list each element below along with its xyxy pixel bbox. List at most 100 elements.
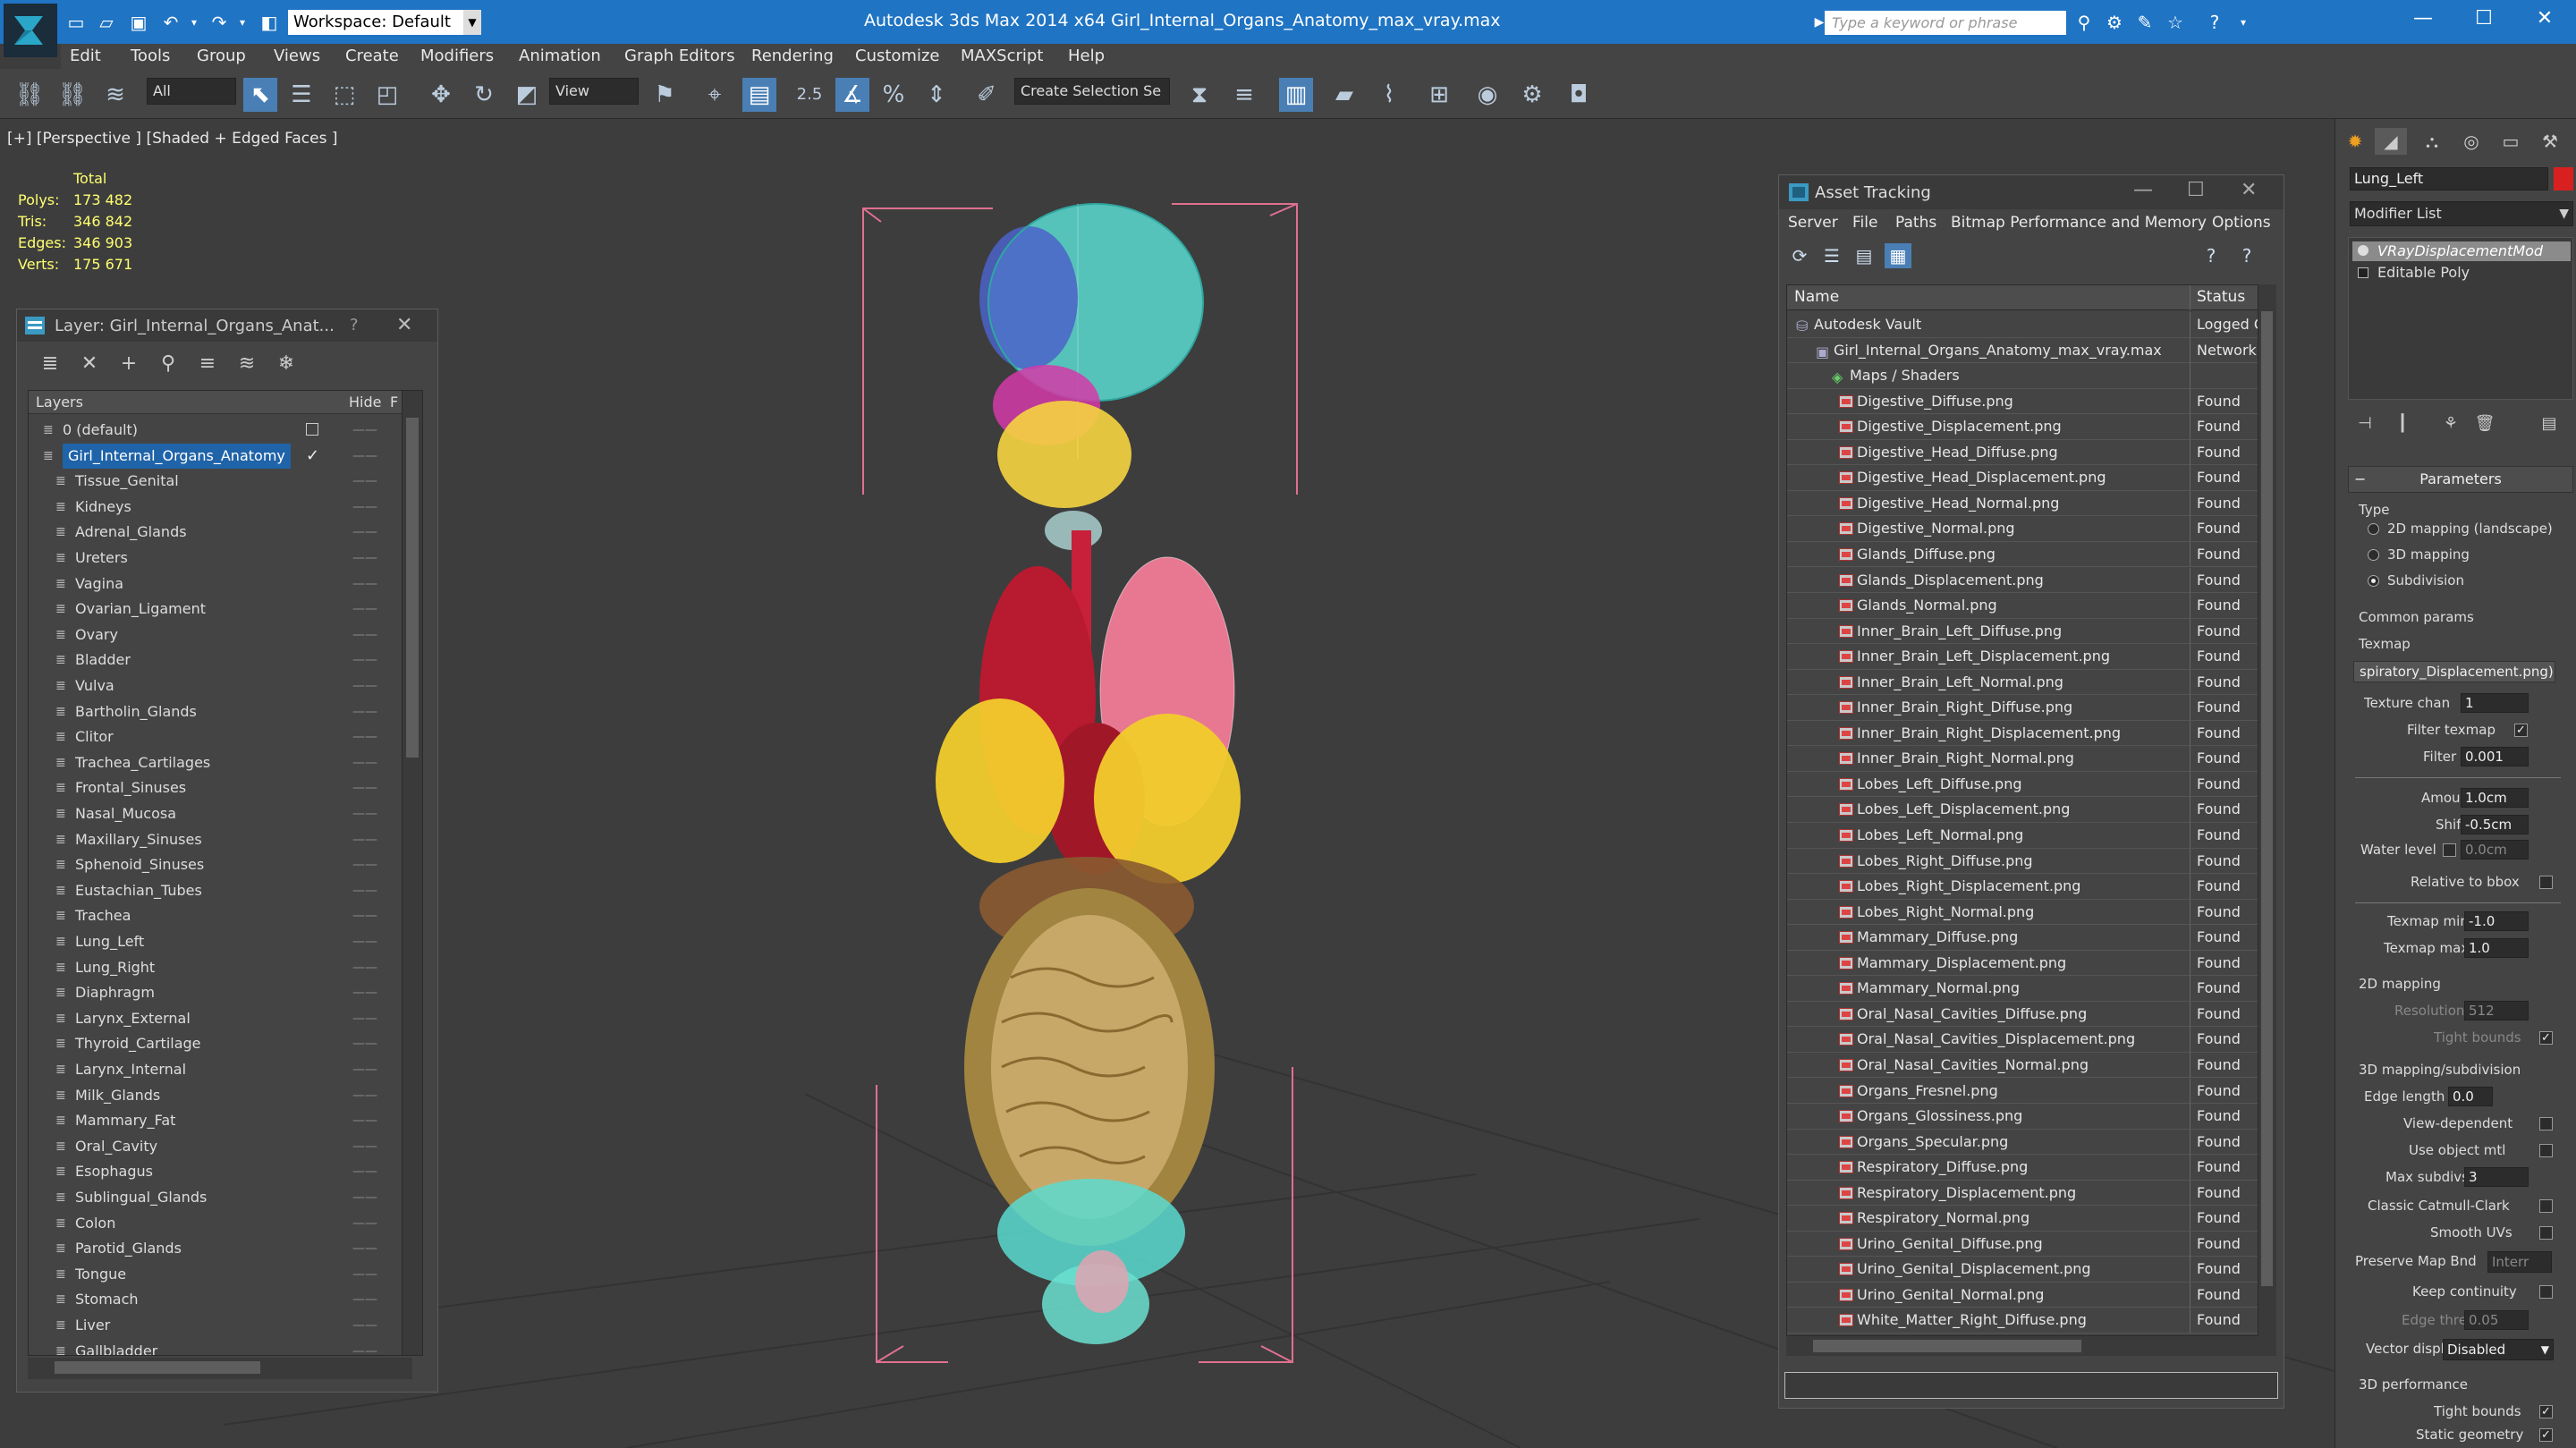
close-icon[interactable]: ✕ — [2241, 179, 2257, 201]
refresh-icon[interactable]: ⟳ — [1786, 243, 1813, 268]
configure-sets-icon[interactable]: ▤ — [2536, 411, 2563, 437]
hide-toggle[interactable]: —— — [352, 1006, 377, 1031]
app-logo-icon[interactable] — [4, 4, 57, 57]
search-input[interactable]: Type a keyword or phrase — [1825, 11, 2066, 35]
select-manipulate-icon[interactable]: ⌖ — [698, 78, 732, 112]
water-level-spinner[interactable]: 0.0cm — [2461, 840, 2529, 859]
static-geometry-checkbox[interactable]: ✓ — [2539, 1428, 2553, 1442]
scrollbar-thumb[interactable] — [55, 1361, 260, 1374]
column-freeze[interactable]: F — [390, 391, 398, 414]
asset-row[interactable]: Urino_Genital_Normal.png Found — [1787, 1282, 2258, 1308]
close-button[interactable]: ✕ — [2515, 0, 2574, 38]
menu-animation[interactable]: Animation — [519, 47, 601, 65]
subscription-icon[interactable]: ⚙ — [2102, 11, 2127, 34]
asset-row[interactable]: Urino_Genital_Displacement.png Found — [1787, 1257, 2258, 1283]
asset-row[interactable]: Digestive_Displacement.png Found — [1787, 414, 2258, 440]
pin-stack-icon[interactable]: ⊣ — [2351, 411, 2378, 437]
radio-subdivision[interactable] — [2368, 575, 2379, 587]
link-icon[interactable]: ⛓ — [13, 78, 47, 112]
utilities-tab-icon[interactable]: ⚒ — [2534, 128, 2566, 155]
select-by-name-icon[interactable]: ☰ — [284, 78, 318, 112]
asset-row[interactable]: Digestive_Head_Displacement.png Found — [1787, 465, 2258, 491]
menu-bitmap-performance[interactable]: Bitmap Performance and Memory — [1951, 214, 2207, 232]
hide-toggle[interactable]: —— — [352, 1211, 377, 1236]
hide-toggle[interactable]: —— — [352, 1339, 377, 1355]
layer-row[interactable]: ≣ Thyroid_Cartilage —— — [29, 1031, 395, 1056]
hide-toggle[interactable]: —— — [352, 724, 377, 749]
menu-customize[interactable]: Customize — [855, 47, 939, 65]
layer-row[interactable]: ≣ Tongue —— — [29, 1262, 395, 1287]
layer-row[interactable]: ≣ Stomach —— — [29, 1287, 395, 1312]
max-subdivs-spinner[interactable]: 3 — [2464, 1167, 2529, 1187]
layer-row[interactable]: ≣ Ovary —— — [29, 622, 395, 648]
scrollbar-thumb[interactable] — [2261, 311, 2273, 1286]
table-view-icon[interactable]: ▤ — [1851, 243, 1877, 268]
asset-path-field[interactable] — [1784, 1372, 2278, 1399]
asset-row[interactable]: Inner_Brain_Left_Displacement.png Found — [1787, 644, 2258, 670]
shift-spinner[interactable]: -0.5cm — [2461, 815, 2529, 834]
asset-row[interactable]: Oral_Nasal_Cavities_Diffuse.png Found — [1787, 1001, 2258, 1028]
layer-row[interactable]: ≣ Lung_Left —— — [29, 929, 395, 954]
filter-blur-spinner[interactable]: 0.001 — [2461, 747, 2529, 766]
select-layer-objects-icon[interactable]: ⚲ — [153, 351, 183, 377]
layer-row[interactable]: ≣ Sublingual_Glands —— — [29, 1185, 395, 1210]
new-layer-icon[interactable]: ≣ — [35, 351, 65, 377]
asset-row[interactable]: Urino_Genital_Diffuse.png Found — [1787, 1231, 2258, 1257]
highlight-layer-icon[interactable]: ≡ — [192, 351, 223, 377]
asset-row[interactable]: Mammary_Displacement.png Found — [1787, 950, 2258, 977]
modifier-list-dropdown[interactable]: Modifier List ▼ — [2350, 201, 2573, 226]
render-setup-icon[interactable]: ⚙ — [1515, 78, 1549, 112]
hide-toggle[interactable]: —— — [352, 622, 377, 648]
radio-2d-mapping[interactable] — [2368, 523, 2379, 535]
layer-row[interactable]: ≣ Nasal_Mucosa —— — [29, 801, 395, 826]
asset-row[interactable]: Oral_Nasal_Cavities_Displacement.png Foun… — [1787, 1027, 2258, 1053]
make-unique-icon[interactable]: ⚘ — [2437, 411, 2464, 437]
texture-chan-spinner[interactable]: 1 — [2461, 693, 2529, 713]
object-name-field[interactable]: Lung_Left — [2350, 167, 2548, 191]
asset-row[interactable]: Inner_Brain_Right_Displacement.png Found — [1787, 720, 2258, 747]
menu-file[interactable]: File — [1852, 214, 1877, 232]
asset-row[interactable]: Inner_Brain_Right_Normal.png Found — [1787, 746, 2258, 772]
modify-tab-icon[interactable]: ◢ — [2375, 128, 2407, 155]
new-file-icon[interactable]: ▭ — [64, 11, 88, 34]
menu-options[interactable]: Options — [2212, 214, 2271, 232]
show-end-result-icon[interactable]: ┃ — [2389, 411, 2416, 437]
layer-row[interactable]: ≣ Clitor —— — [29, 724, 395, 749]
stack-item-vraydisplacementmod[interactable]: VRayDisplacementMod — [2352, 241, 2571, 261]
layer-row[interactable]: ≣ Girl_Internal_Organs_Anatomy —— ✓ — [29, 443, 395, 469]
hide-toggle[interactable]: —— — [352, 827, 377, 852]
layer-row[interactable]: ≣ Vagina —— — [29, 572, 395, 597]
move-icon[interactable]: ✥ — [424, 78, 458, 112]
favorites-star-icon[interactable]: ☆ — [2163, 11, 2188, 34]
hide-toggle[interactable]: —— — [352, 775, 377, 800]
asset-row[interactable]: Lobes_Right_Normal.png Found — [1787, 899, 2258, 926]
asset-row[interactable]: Organs_Glossiness.png Found — [1787, 1104, 2258, 1130]
save-file-icon[interactable]: ▣ — [127, 11, 150, 34]
preserve-map-bnd-dropdown[interactable]: Interr — [2487, 1251, 2552, 1273]
view-dependent-checkbox[interactable] — [2539, 1117, 2553, 1130]
asset-row[interactable]: ◈ Maps / Shaders — [1787, 363, 2258, 389]
layer-row[interactable]: ≣ Liver —— — [29, 1313, 395, 1338]
hide-toggle[interactable]: —— — [352, 1262, 377, 1287]
undo-dropdown-icon[interactable]: ▾ — [182, 11, 206, 34]
menu-server[interactable]: Server — [1788, 214, 1838, 232]
layer-row[interactable]: ≣ Parotid_Glands —— — [29, 1236, 395, 1261]
undo-icon[interactable]: ↶ — [159, 11, 182, 34]
curve-editor-icon[interactable]: ⌇ — [1372, 78, 1406, 112]
hide-toggle[interactable]: —— — [352, 980, 377, 1005]
vector-displ-dropdown[interactable]: Disabled ▼ — [2443, 1339, 2554, 1360]
selection-filter-dropdown[interactable]: All — [147, 78, 236, 105]
asset-row[interactable]: Inner_Brain_Left_Diffuse.png Found — [1787, 618, 2258, 645]
pivot-center-icon[interactable]: ⚑ — [648, 78, 682, 112]
asset-row[interactable]: Lobes_Right_Diffuse.png Found — [1787, 848, 2258, 875]
asset-row[interactable]: Digestive_Head_Diffuse.png Found — [1787, 439, 2258, 466]
layer-row[interactable]: ≣ Maxillary_Sinuses —— — [29, 827, 395, 852]
use-object-mtl-checkbox[interactable] — [2539, 1144, 2553, 1157]
hide-toggle[interactable]: —— — [352, 444, 377, 469]
layer-row[interactable]: ≣ Larynx_Internal —— — [29, 1057, 395, 1082]
help-icon[interactable]: ? — [2202, 11, 2227, 34]
horizontal-scrollbar[interactable] — [1786, 1336, 2276, 1356]
layer-row[interactable]: ≣ Ovarian_Ligament —— — [29, 597, 395, 622]
hide-toggle[interactable]: —— — [352, 955, 377, 980]
asset-tracking-titlebar[interactable]: Asset Tracking — ☐ ✕ — [1779, 175, 2284, 209]
